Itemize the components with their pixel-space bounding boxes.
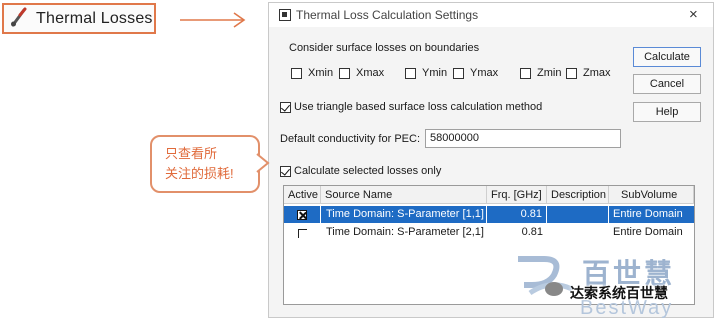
active-checked-box[interactable] <box>297 210 307 220</box>
zmax-label: Zmax <box>583 67 611 79</box>
zmin-checkbox[interactable]: Zmin <box>520 67 570 81</box>
source-cell: Time Domain: S-Parameter [2,1] <box>326 226 484 238</box>
callout-pointer <box>256 153 270 173</box>
subvolume-cell: Entire Domain <box>613 208 683 220</box>
table-row[interactable]: Time Domain: S-Parameter [2,1] 0.81 Enti… <box>284 224 694 241</box>
zmax-box[interactable] <box>566 68 577 79</box>
col-header-active[interactable]: Active <box>284 186 321 204</box>
triangle-method-box[interactable] <box>280 102 291 113</box>
ymin-label: Ymin <box>422 67 448 79</box>
xmin-label: Xmin <box>308 67 334 79</box>
pec-label: Default conductivity for PEC: <box>280 133 421 145</box>
source-cell: Time Domain: S-Parameter [1,1] <box>321 206 487 223</box>
window-icon <box>279 9 291 21</box>
ymin-checkbox[interactable]: Ymin <box>405 67 455 81</box>
col-header-source[interactable]: Source Name <box>321 186 487 204</box>
active-cell[interactable] <box>284 224 321 241</box>
boundaries-label: Consider surface losses on boundaries <box>289 42 480 54</box>
description-cell <box>547 206 609 223</box>
zmin-label: Zmin <box>537 67 562 79</box>
triangle-method-label: Use triangle based surface loss calculat… <box>294 101 543 113</box>
calculate-button[interactable]: Calculate <box>633 47 701 67</box>
triangle-method-checkbox[interactable]: Use triangle based surface loss calculat… <box>280 101 543 115</box>
xmin-box[interactable] <box>291 68 302 79</box>
xmax-checkbox[interactable]: Xmax <box>339 67 389 81</box>
description-cell <box>547 224 609 241</box>
bestway-logo-icon <box>518 256 574 296</box>
close-icon[interactable]: × <box>689 6 698 23</box>
selected-losses-box[interactable] <box>280 166 291 177</box>
xmax-box[interactable] <box>339 68 350 79</box>
ymax-label: Ymax <box>470 67 499 79</box>
selected-losses-checkbox[interactable]: Calculate selected losses only <box>280 165 480 179</box>
pec-conductivity-input[interactable]: 58000000 <box>425 129 621 148</box>
ymax-checkbox[interactable]: Ymax <box>453 67 503 81</box>
wechat-icon <box>545 282 563 296</box>
ymax-box[interactable] <box>453 68 464 79</box>
frequency-cell: 0.81 <box>521 226 543 238</box>
thermal-losses-label: Thermal Losses <box>36 9 153 27</box>
zmax-checkbox[interactable]: Zmax <box>566 67 616 81</box>
zmin-box[interactable] <box>520 68 531 79</box>
frequency-cell: 0.81 <box>487 206 547 223</box>
active-cell[interactable] <box>284 206 321 223</box>
xmin-checkbox[interactable]: Xmin <box>291 67 341 81</box>
thermometer-brush-icon <box>10 7 28 30</box>
annotation-callout: 只查看所 关注的损耗! <box>150 135 260 193</box>
col-header-subvolume[interactable]: SubVolume <box>609 186 694 204</box>
wechat-account-name: 达索系统百世慧 <box>570 285 668 301</box>
dialog-title: Thermal Loss Calculation Settings <box>296 8 479 22</box>
cancel-button[interactable]: Cancel <box>633 74 701 94</box>
subvolume-cell: Entire Domain <box>613 226 683 238</box>
xmax-label: Xmax <box>356 67 385 79</box>
title-bar: Thermal Loss Calculation Settings × <box>269 3 713 27</box>
selected-losses-label: Calculate selected losses only <box>294 165 442 177</box>
table-row[interactable]: Time Domain: S-Parameter [1,1] 0.81 Enti… <box>284 206 694 223</box>
col-header-description[interactable]: Description <box>547 186 609 204</box>
ymin-box[interactable] <box>405 68 416 79</box>
thermal-losses-button[interactable]: Thermal Losses <box>2 3 156 34</box>
col-header-frequency[interactable]: Frq. [GHz] <box>487 186 547 204</box>
callout-line-1: 只查看所 <box>165 146 218 161</box>
help-button[interactable]: Help <box>633 102 701 122</box>
active-unchecked-box[interactable] <box>298 229 307 238</box>
callout-line-2: 关注的损耗! <box>165 166 234 181</box>
arrow-right-icon <box>180 12 246 28</box>
